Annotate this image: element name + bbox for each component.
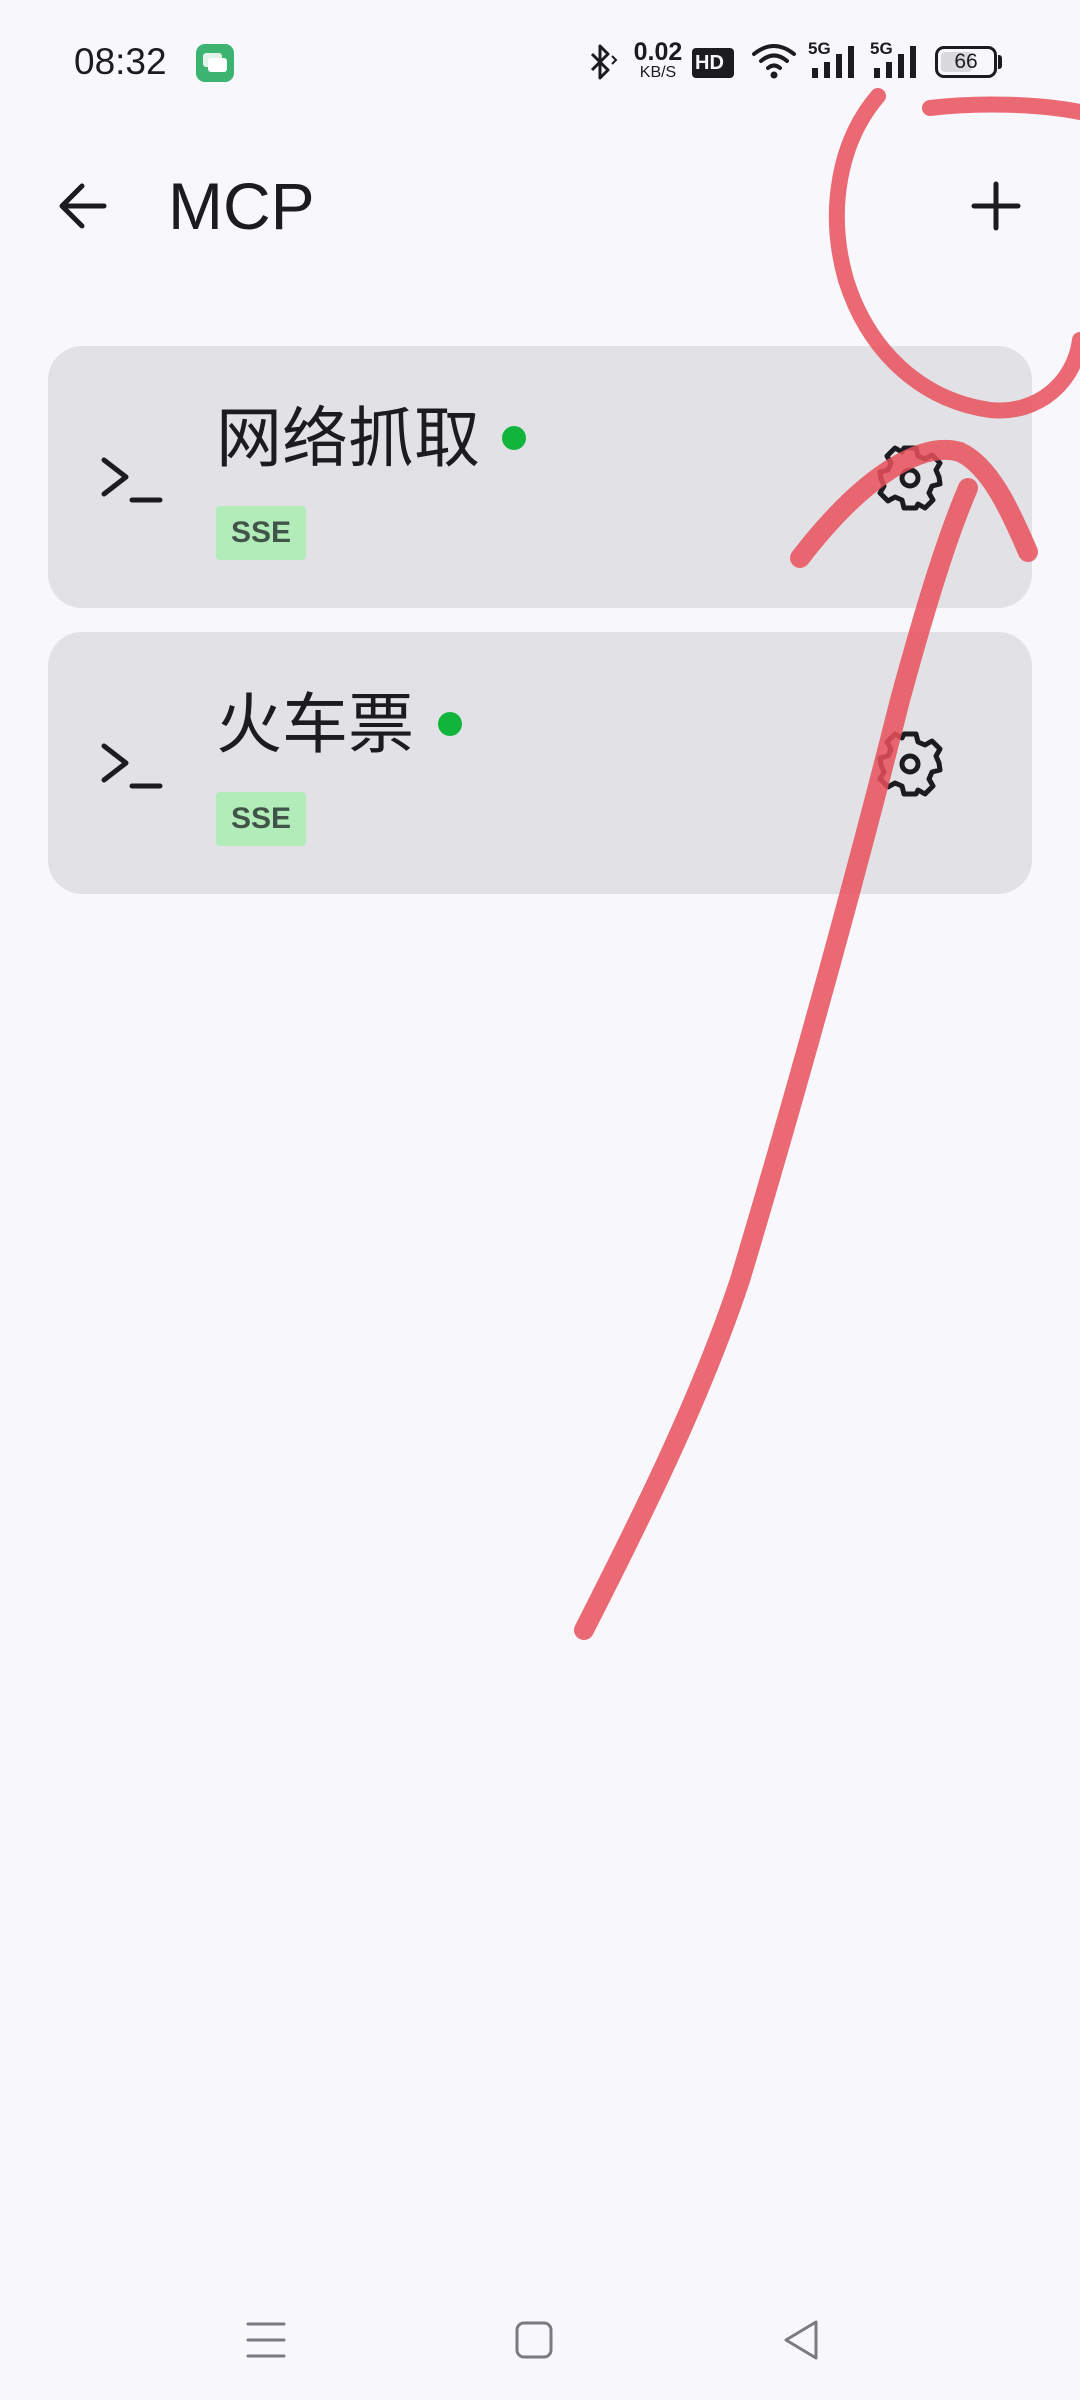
server-card[interactable]: 网络抓取 SSE bbox=[48, 346, 1032, 608]
page-title: MCP bbox=[168, 169, 315, 243]
wifi-icon bbox=[752, 44, 796, 79]
server-name: 网络抓取 bbox=[216, 400, 480, 477]
settings-button[interactable] bbox=[868, 436, 952, 520]
status-indicator bbox=[502, 426, 526, 450]
signal-icon: 5G bbox=[808, 40, 860, 82]
home-button[interactable] bbox=[504, 2310, 564, 2370]
terminal-icon bbox=[101, 457, 163, 503]
terminal-icon bbox=[101, 743, 163, 789]
message-app-icon bbox=[196, 44, 234, 82]
menu-icon bbox=[246, 2322, 286, 2358]
hd-label: HD bbox=[695, 52, 724, 74]
system-nav-bar bbox=[0, 2280, 1080, 2400]
system-back-button[interactable] bbox=[772, 2310, 832, 2370]
battery-level: 66 bbox=[954, 50, 978, 73]
network-speed: 0.02 KB/S bbox=[630, 40, 686, 82]
gear-icon bbox=[877, 445, 943, 511]
server-name: 火车票 bbox=[216, 686, 414, 763]
hd-voice-icon: HD bbox=[692, 48, 734, 78]
status-indicator bbox=[438, 712, 462, 736]
transport-badge: SSE bbox=[216, 792, 306, 846]
signal-icon: 5G bbox=[870, 40, 922, 82]
back-button[interactable] bbox=[42, 164, 126, 248]
server-card[interactable]: 火车票 SSE bbox=[48, 632, 1032, 894]
arrow-left-icon bbox=[59, 183, 107, 229]
recent-apps-button[interactable] bbox=[236, 2310, 296, 2370]
battery-icon: 66 bbox=[935, 46, 997, 78]
settings-button[interactable] bbox=[868, 722, 952, 806]
plus-icon bbox=[971, 181, 1021, 231]
bluetooth-icon bbox=[590, 44, 618, 80]
back-triangle-icon bbox=[784, 2320, 818, 2360]
status-time: 08:32 bbox=[74, 41, 167, 82]
network-speed-unit: KB/S bbox=[639, 64, 677, 81]
network-speed-value: 0.02 bbox=[633, 38, 683, 66]
home-icon bbox=[515, 2321, 553, 2359]
gear-icon bbox=[877, 731, 943, 797]
battery-cap bbox=[998, 55, 1002, 69]
add-server-button[interactable] bbox=[954, 164, 1038, 248]
transport-badge: SSE bbox=[216, 506, 306, 560]
status-bar: 08:32 0.02 KB/S HD 5G 5G 66 bbox=[0, 0, 1080, 124]
top-app-bar: MCP bbox=[0, 124, 1080, 284]
annotation-arrow bbox=[574, 439, 1038, 1640]
